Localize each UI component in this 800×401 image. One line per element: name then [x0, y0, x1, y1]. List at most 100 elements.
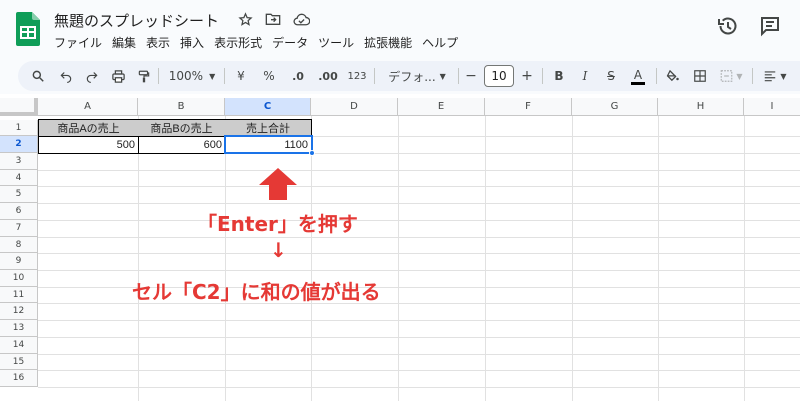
row-header-14[interactable]: 14: [0, 337, 38, 354]
cell-a1[interactable]: 商品Aの売上: [38, 119, 139, 137]
gridline: [658, 116, 659, 401]
select-all-corner[interactable]: [0, 98, 38, 116]
gridline: [744, 116, 745, 401]
column-header-d[interactable]: D: [311, 98, 398, 116]
chevron-down-icon: ▼: [736, 71, 743, 81]
row-header-16[interactable]: 16: [0, 370, 38, 387]
row-header-12[interactable]: 12: [0, 303, 38, 320]
font-family-select[interactable]: デフォ... ▼: [380, 61, 454, 91]
row-header-6[interactable]: 6: [0, 203, 38, 220]
percent-button[interactable]: %: [258, 61, 280, 91]
sheet-grid: A B C D E F G H I 1 2 3 4 5 6 7 8 9 10 1…: [0, 98, 800, 401]
gridline: [38, 253, 800, 254]
menu-extensions[interactable]: 拡張機能: [364, 34, 418, 51]
fill-color-icon[interactable]: [660, 61, 684, 91]
column-header-e[interactable]: E: [398, 98, 485, 116]
gridline: [138, 116, 139, 401]
up-arrow-icon: [259, 168, 297, 200]
menu-data[interactable]: データ: [272, 34, 314, 51]
annotation-down-arrow: ↓: [270, 238, 287, 262]
gridline: [38, 270, 800, 271]
move-folder-icon[interactable]: [264, 10, 282, 28]
title-bar: 無題のスプレッドシート ファイル 編集 表示 挿入 表示形式 データ ツール 拡…: [0, 0, 800, 58]
gridline: [38, 170, 800, 171]
menu-format[interactable]: 表示形式: [214, 34, 268, 51]
gridline: [38, 337, 800, 338]
cell-a2[interactable]: 500: [38, 136, 139, 154]
text-color-button[interactable]: A: [626, 61, 650, 91]
chevron-down-icon: ▼: [439, 71, 446, 81]
version-history-icon[interactable]: [716, 14, 740, 38]
column-header-c[interactable]: C: [225, 98, 311, 116]
menu-file[interactable]: ファイル: [54, 34, 108, 51]
star-icon[interactable]: [236, 10, 254, 28]
document-title[interactable]: 無題のスプレッドシート: [54, 10, 219, 31]
fill-handle[interactable]: [309, 150, 315, 156]
zoom-value: 100%: [168, 69, 204, 83]
gridline: [38, 203, 800, 204]
gridline: [572, 116, 573, 401]
menu-edit[interactable]: 編集: [112, 34, 142, 51]
gridline: [38, 237, 800, 238]
column-header-i[interactable]: I: [744, 98, 800, 116]
gridline: [225, 116, 226, 401]
undo-icon[interactable]: [54, 61, 78, 91]
strikethrough-button[interactable]: S: [600, 61, 622, 91]
menu-view[interactable]: 表示: [146, 34, 176, 51]
decrease-decimal-button[interactable]: .0: [286, 61, 310, 91]
increase-decimal-button[interactable]: .00: [314, 61, 342, 91]
menu-bar: ファイル 編集 表示 挿入 表示形式 データ ツール 拡張機能 ヘルプ: [54, 34, 468, 51]
font-family-value: デフォ...: [388, 69, 436, 84]
zoom-select[interactable]: 100% ▼: [164, 61, 220, 91]
font-size-input[interactable]: 10: [484, 65, 514, 87]
decrease-font-size-button[interactable]: −: [462, 61, 480, 91]
annotation-press-enter: 「Enter」を押す: [197, 212, 358, 236]
column-header-f[interactable]: F: [485, 98, 572, 116]
menu-tools[interactable]: ツール: [318, 34, 360, 51]
cloud-saved-icon[interactable]: [292, 10, 310, 28]
text-color-letter: A: [633, 67, 643, 82]
chevron-down-icon: ▼: [780, 71, 787, 81]
horizontal-align-icon[interactable]: ▼: [758, 61, 792, 91]
column-header-b[interactable]: B: [138, 98, 225, 116]
row-header-15[interactable]: 15: [0, 354, 38, 370]
row-header-7[interactable]: 7: [0, 220, 38, 237]
row-header-10[interactable]: 10: [0, 270, 38, 287]
row-header-3[interactable]: 3: [0, 153, 38, 170]
gridline: [485, 116, 486, 401]
menu-help[interactable]: ヘルプ: [422, 34, 464, 51]
comments-icon[interactable]: [758, 14, 782, 38]
column-header-a[interactable]: A: [38, 98, 138, 116]
print-icon[interactable]: [106, 61, 130, 91]
borders-icon[interactable]: [688, 61, 712, 91]
gridline: [38, 387, 800, 388]
row-header-9[interactable]: 9: [0, 253, 38, 270]
row-header-5[interactable]: 5: [0, 186, 38, 203]
row-header-2[interactable]: 2: [0, 136, 38, 153]
cell-b1[interactable]: 商品Bの売上: [138, 119, 226, 137]
sheets-logo-icon[interactable]: [14, 10, 42, 46]
increase-font-size-button[interactable]: +: [518, 61, 536, 91]
toolbar: 100% ▼ ¥ % .0 .00 123 デフォ... ▼ − 10 + B …: [18, 61, 800, 91]
gridline: [38, 220, 800, 221]
gridline: [38, 320, 800, 321]
number-format-button[interactable]: 123: [344, 61, 370, 91]
bold-button[interactable]: B: [548, 61, 570, 91]
row-header-13[interactable]: 13: [0, 320, 38, 337]
italic-button[interactable]: I: [574, 61, 596, 91]
row-header-8[interactable]: 8: [0, 237, 38, 253]
row-header-11[interactable]: 11: [0, 287, 38, 303]
row-header-4[interactable]: 4: [0, 170, 38, 186]
gridline: [38, 354, 800, 355]
column-header-h[interactable]: H: [658, 98, 744, 116]
merge-cells-icon[interactable]: ▼: [716, 61, 746, 91]
currency-button[interactable]: ¥: [230, 61, 252, 91]
chevron-down-icon: ▼: [209, 71, 216, 81]
paint-format-icon[interactable]: [132, 61, 156, 91]
search-menus-icon[interactable]: [26, 61, 50, 91]
redo-icon[interactable]: [80, 61, 104, 91]
cell-b2[interactable]: 600: [138, 136, 226, 154]
menu-insert[interactable]: 挿入: [180, 34, 210, 51]
row-header-1[interactable]: 1: [0, 120, 38, 136]
column-header-g[interactable]: G: [572, 98, 658, 116]
